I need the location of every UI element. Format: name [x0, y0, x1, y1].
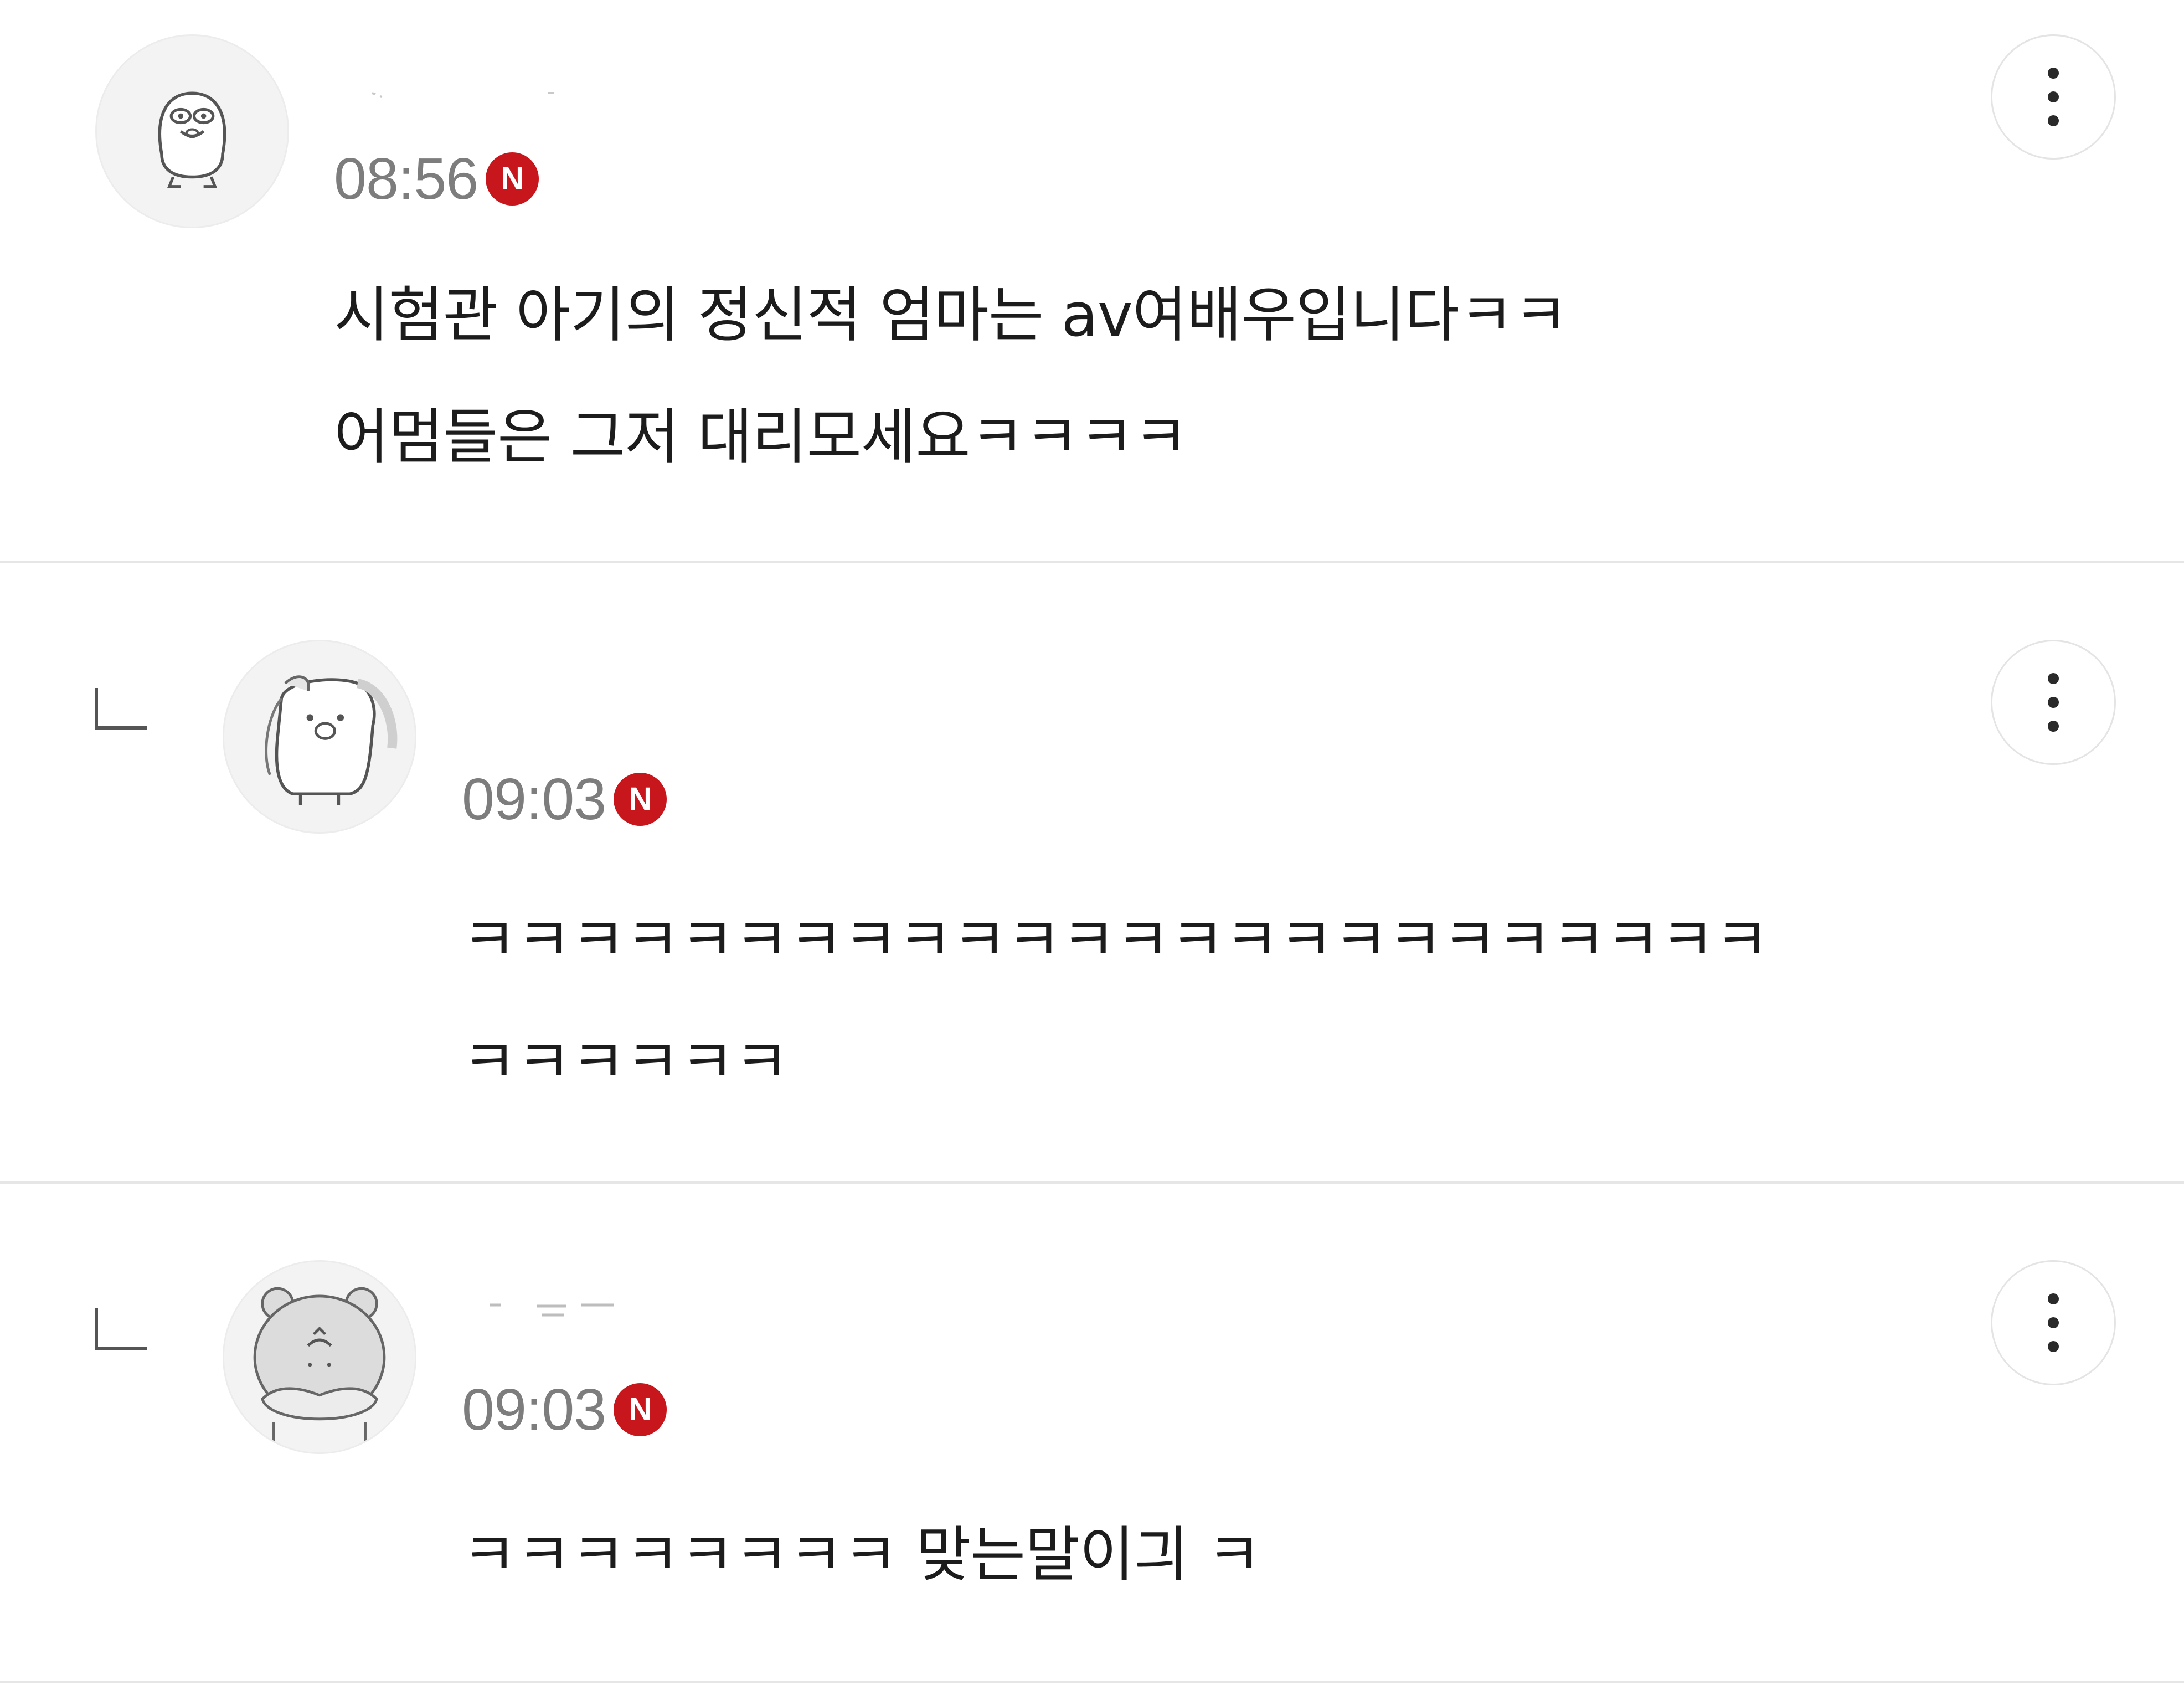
more-options-button[interactable]: [1991, 640, 2116, 765]
reply-comment-item: 09:03 N ㅋㅋㅋㅋㅋㅋㅋㅋ 맞는말이긔 ㅋ: [0, 1184, 2184, 1685]
divider: [0, 1681, 2184, 1683]
more-vertical-icon: [2048, 673, 2059, 732]
comment-body: ㅋㅋㅋㅋㅋㅋㅋㅋ 맞는말이긔 ㅋ: [462, 1494, 1262, 1616]
comment-line: ㅋㅋㅋㅋㅋㅋ: [462, 1028, 789, 1097]
more-options-button[interactable]: [1991, 1260, 2116, 1385]
comment-line: ㅋㅋㅋㅋㅋㅋㅋㅋ 맞는말이긔 ㅋ: [462, 1520, 1262, 1590]
more-options-button[interactable]: [1991, 34, 2116, 160]
redacted-username-marks: [490, 1303, 614, 1317]
comment-line: 어멈들은 그저 대리모세요ㅋㅋㅋㅋ: [334, 403, 1188, 472]
divider: [0, 561, 2184, 563]
more-vertical-icon: [2048, 68, 2059, 126]
redacted-username-marks: [372, 92, 554, 98]
comment-meta: 09:03 N: [462, 769, 667, 830]
comment-time: 09:03: [462, 767, 606, 832]
cat-doodle-avatar-icon: [97, 36, 287, 227]
penguin-doodle-avatar-icon: [224, 641, 415, 832]
avatar[interactable]: [223, 1260, 416, 1454]
comment-body: ㅋㅋㅋㅋㅋㅋㅋㅋㅋㅋㅋㅋㅋㅋㅋㅋㅋㅋㅋㅋㅋㅋㅋㅋ ㅋㅋㅋㅋㅋㅋ: [462, 880, 1770, 1123]
username-redacted: [367, 78, 643, 111]
avatar[interactable]: [95, 34, 289, 228]
comment-line: ㅋㅋㅋㅋㅋㅋㅋㅋㅋㅋㅋㅋㅋㅋㅋㅋㅋㅋㅋㅋㅋㅋㅋㅋ: [462, 906, 1770, 975]
new-badge-icon: N: [614, 1383, 667, 1436]
reply-comment-item: 09:03 N ㅋㅋㅋㅋㅋㅋㅋㅋㅋㅋㅋㅋㅋㅋㅋㅋㅋㅋㅋㅋㅋㅋㅋㅋ ㅋㅋㅋㅋㅋㅋ: [0, 564, 2184, 1183]
comment-item: 08:56 N 시험관 아기의 정신적 엄마는 av여배우입니다ㅋㅋ 어멈들은 …: [0, 0, 2184, 562]
divider: [0, 1181, 2184, 1184]
reply-arrow-icon: [94, 687, 150, 731]
comment-meta: 09:03 N: [462, 1379, 667, 1440]
comment-time: 09:03: [462, 1377, 606, 1442]
username-redacted: [487, 1295, 764, 1328]
comment-body: 시험관 아기의 정신적 엄마는 av여배우입니다ㅋㅋ 어멈들은 그저 대리모세요…: [334, 255, 1569, 499]
new-badge-icon: N: [614, 773, 667, 826]
comment-line: 시험관 아기의 정신적 엄마는 av여배우입니다ㅋㅋ: [334, 281, 1569, 350]
reply-arrow-icon: [94, 1307, 150, 1352]
comment-meta: 08:56 N: [334, 148, 539, 209]
more-vertical-icon: [2048, 1293, 2059, 1352]
bear-doodle-avatar-icon: [224, 1262, 415, 1452]
new-badge-icon: N: [486, 152, 539, 206]
comment-time: 08:56: [334, 146, 478, 212]
avatar[interactable]: [223, 640, 416, 834]
